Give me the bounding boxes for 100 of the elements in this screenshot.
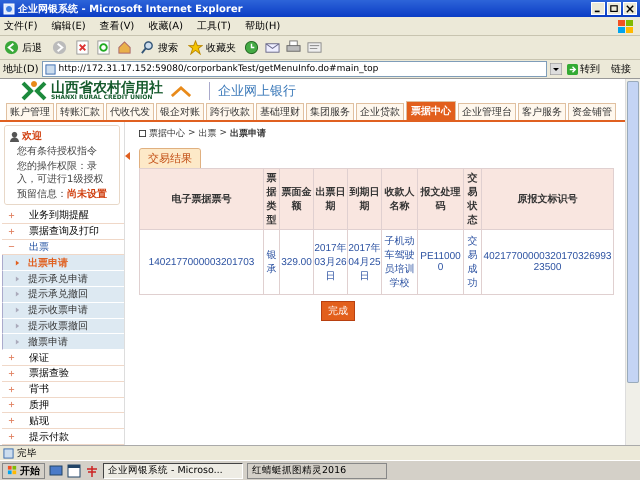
- sidebar-item[interactable]: 业务到期提醒: [2, 208, 124, 224]
- nav-tab[interactable]: 客户服务: [518, 103, 566, 120]
- breadcrumb-item: 出票: [198, 128, 217, 140]
- nav-tab[interactable]: 票据中心: [406, 101, 456, 120]
- table-cell: 2017年04月25日: [348, 230, 382, 294]
- go-button[interactable]: 转到: [565, 62, 602, 76]
- sidebar-label: 质押: [29, 398, 49, 412]
- maximize-button[interactable]: [607, 2, 621, 15]
- address-field[interactable]: http://172.31.17.152:59080/corporbankTest/getMenuInfo.do#main_top: [42, 61, 547, 77]
- column-header: 电子票据票号: [140, 168, 264, 230]
- column-header: 收款人名称: [382, 168, 418, 230]
- table-cell: 银承: [264, 230, 280, 294]
- scrollbar[interactable]: [625, 79, 640, 445]
- nav-tab[interactable]: 企业贷款: [356, 103, 404, 120]
- home-icon[interactable]: [117, 40, 132, 55]
- stop-icon[interactable]: [75, 40, 90, 55]
- plus-icon: [8, 370, 15, 377]
- refresh-icon[interactable]: [96, 40, 111, 55]
- nav-tab[interactable]: 资金铺管: [568, 103, 616, 120]
- triangle-icon: [15, 307, 20, 314]
- edit-icon[interactable]: [307, 40, 322, 55]
- square-icon: [139, 130, 146, 136]
- triangle-icon: [15, 338, 20, 345]
- triangle-icon: [15, 276, 20, 282]
- search-button[interactable]: 搜索: [138, 40, 180, 55]
- sidebar-item[interactable]: 票据查验: [2, 366, 124, 382]
- user-icon: [9, 130, 20, 142]
- plus-icon: [8, 433, 15, 440]
- column-header: 票面金额: [280, 168, 314, 230]
- nav-tab[interactable]: 跨行收款: [206, 103, 254, 120]
- collapse-handle-icon[interactable]: [125, 152, 131, 160]
- url-text: http://172.31.17.152:59080/corporbankTest/getMenuInfo.do#main_top: [58, 64, 378, 74]
- menu-item[interactable]: 文件(F): [4, 19, 38, 33]
- nav-tab[interactable]: 企业管理台: [458, 103, 516, 120]
- breadcrumb-item: 出票申请: [230, 127, 266, 140]
- sidebar-item[interactable]: 贴现: [2, 413, 124, 430]
- window-title: 企业网银系统 - Microsoft Internet Explorer: [18, 2, 244, 16]
- reserved-label: 预留信息：: [17, 189, 67, 200]
- menu-item[interactable]: 查看(V): [100, 19, 134, 33]
- windows-logo-icon: [616, 18, 636, 34]
- dropdown-icon[interactable]: [550, 63, 562, 75]
- sidebar-subitem[interactable]: 提示收票申请: [2, 302, 124, 319]
- table-cell: 交易成功: [464, 230, 482, 294]
- sidebar-item[interactable]: 保证: [2, 350, 124, 366]
- column-header: 出票日期: [314, 168, 348, 230]
- start-button[interactable]: 开始: [2, 462, 45, 478]
- sidebar-subitem[interactable]: 撤票申请: [2, 334, 124, 350]
- taskbar-button[interactable]: 红蜻蜓抓图精灵2016: [247, 462, 387, 478]
- minimize-button[interactable]: [591, 2, 605, 15]
- sidebar-item[interactable]: 票据查询及打印: [2, 224, 124, 240]
- favorites-button[interactable]: 收藏夹: [186, 40, 238, 55]
- search-icon: [140, 40, 155, 55]
- nav-tab[interactable]: 账户管理: [6, 103, 54, 120]
- links-button[interactable]: 链接: [605, 62, 637, 76]
- sidebar-label: 票据查验: [29, 366, 69, 380]
- table-cell: 1402177000003201703: [140, 230, 264, 294]
- close-button[interactable]: [623, 2, 637, 15]
- nav-tab[interactable]: 银企对账: [156, 103, 204, 120]
- sidebar-item[interactable]: 背书: [2, 382, 124, 398]
- back-button[interactable]: 后退: [2, 40, 44, 55]
- history-icon[interactable]: [244, 40, 259, 55]
- sidebar-item[interactable]: 质押: [2, 398, 124, 414]
- sidebar-label: 保证: [29, 352, 49, 365]
- table-cell: 4021770000032017032699323500: [482, 230, 614, 294]
- browser-icon: [3, 2, 15, 14]
- nav-tab[interactable]: 转账汇款: [56, 103, 104, 120]
- table-cell: 2017年03月26日: [314, 230, 348, 294]
- table-cell: 329.00: [280, 230, 314, 294]
- address-label: 地址(D): [3, 62, 39, 76]
- nav-tab[interactable]: 代收代发: [106, 103, 154, 120]
- star-icon: [188, 40, 203, 55]
- portal-subtitle: 企业网上银行: [209, 82, 296, 100]
- column-header: 交易状态: [464, 168, 482, 230]
- column-header: 报文处理码: [418, 168, 464, 230]
- menu-item[interactable]: 帮助(H): [244, 19, 280, 33]
- taskbar-button[interactable]: 企业网银系统 - Microso...: [103, 462, 243, 478]
- table-cell: PE110000: [418, 230, 464, 294]
- go-arrow-icon: [567, 64, 578, 74]
- welcome-text: 欢迎: [22, 129, 42, 143]
- plus-icon: [8, 401, 15, 408]
- menu-item[interactable]: 编辑(E): [52, 19, 86, 33]
- sidebar-label: 提示付款: [29, 430, 69, 444]
- menu-item[interactable]: 收藏(A): [148, 19, 183, 33]
- nav-tab[interactable]: 基础理财: [256, 103, 304, 120]
- triangle-icon: [15, 291, 20, 298]
- desktop-icon[interactable]: [49, 464, 63, 478]
- sidebar-label: 贴现: [29, 414, 49, 428]
- triangle-icon: [15, 322, 20, 329]
- breadcrumb-separator: >: [188, 128, 196, 138]
- breadcrumb-separator: >: [220, 128, 228, 138]
- sidebar-subitem[interactable]: 提示承兑申请: [2, 271, 124, 287]
- menu-item[interactable]: 工具(T): [197, 19, 231, 33]
- sidebar-item[interactable]: 提示付款: [2, 429, 124, 445]
- permission-text: 您的操作权限：录入，可进行1级授权: [16, 160, 104, 186]
- window-icon[interactable]: [67, 464, 81, 478]
- sidebar-subitem[interactable]: 提示收票撤回: [2, 318, 124, 334]
- sidebar-subitem[interactable]: 提示承兑撤回: [2, 286, 124, 303]
- nav-tab[interactable]: 集团服务: [306, 103, 354, 120]
- page-icon: [44, 64, 56, 74]
- done-button[interactable]: 完成: [321, 301, 355, 321]
